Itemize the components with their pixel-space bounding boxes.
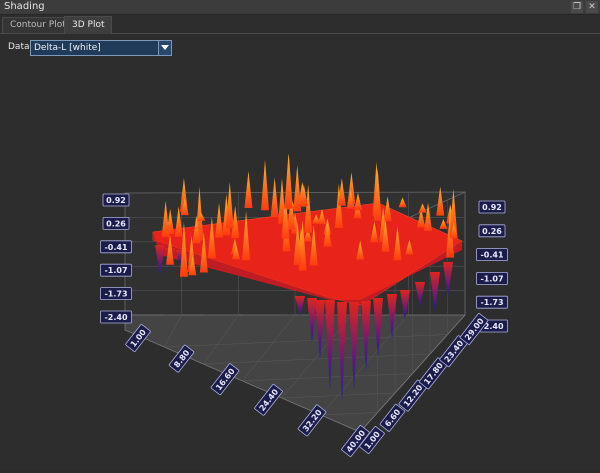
title-bar: Shading ❐ ✕ — [0, 0, 600, 15]
z-tick-label: -0.41 — [476, 248, 508, 262]
z-tick-label-text: 0.26 — [482, 227, 502, 236]
shading-window: Shading ❐ ✕ Contour Plot 3D Plot Data De… — [0, 0, 600, 469]
y-tick-label: 6.60 — [379, 403, 406, 432]
data-dropdown-value: Delta-L [white] — [34, 43, 101, 53]
z-tick-label-text: -0.41 — [480, 251, 503, 260]
z-tick-label: -1.07 — [100, 263, 132, 277]
z-tick-label-text: -1.73 — [104, 290, 127, 299]
z-tick-label: -2.40 — [100, 310, 132, 324]
restore-icon[interactable]: ❐ — [571, 1, 583, 13]
surface-spike — [244, 171, 253, 208]
z-tick-label-text: -1.07 — [480, 274, 503, 283]
close-icon[interactable]: ✕ — [586, 1, 598, 13]
plot-area: 0.92 0.26 -0.41 -1.07 -1.73 -2.40 0.92 0.26 -0.… — [0, 60, 600, 469]
z-tick-label: 0.92 — [102, 193, 130, 207]
z-tick-label: -0.41 — [100, 240, 132, 254]
z-tick-label: 0.92 — [478, 200, 506, 214]
data-dropdown[interactable]: Delta-L [white] — [30, 40, 172, 56]
z-tick-label: 0.26 — [478, 224, 506, 238]
tab-3d-plot[interactable]: 3D Plot — [64, 16, 113, 34]
dropdown-arrow-icon[interactable] — [158, 41, 171, 55]
z-tick-label-text: -1.73 — [480, 298, 503, 307]
window-title: Shading — [4, 1, 45, 12]
z-tick-label-text: 0.92 — [482, 203, 502, 212]
z-tick-label: -1.07 — [476, 271, 508, 285]
z-tick-label-text: 0.26 — [106, 219, 126, 228]
surface-plot: 0.92 0.26 -0.41 -1.07 -1.73 -2.40 0.92 0.26 -0.… — [100, 153, 508, 457]
z-tick-label: -1.73 — [476, 295, 508, 309]
floor — [124, 314, 466, 433]
z-tick-label: -1.73 — [100, 287, 132, 301]
z-tick-label-text: -0.41 — [104, 243, 127, 252]
surface-spike — [261, 159, 270, 211]
tab-contour-plot[interactable]: Contour Plot — [2, 17, 74, 33]
data-label: Data — [8, 42, 30, 52]
z-axis-right: 0.920.26-0.41-1.07-1.73-2.40 — [476, 200, 508, 333]
z-tick-label-text: -2.40 — [104, 313, 127, 322]
z-tick-label-text: -1.07 — [104, 266, 127, 275]
z-tick-label-text: 0.92 — [106, 196, 126, 205]
z-tick-label: 0.26 — [102, 216, 130, 230]
tab-bar: Contour Plot 3D Plot — [0, 15, 600, 34]
surface-spike — [284, 153, 293, 209]
